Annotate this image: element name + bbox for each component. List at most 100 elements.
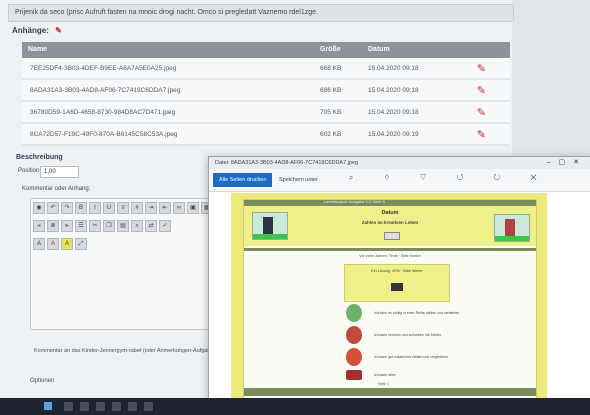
save-as-button[interactable]: Speichern unter [279,173,318,187]
file-date: 15.04.2020 09:19 [368,131,419,138]
attachments-heading: Anhänge: ✎ [12,26,62,35]
copy-icon[interactable]: ❐ [103,220,115,232]
windows-start-icon[interactable] [44,402,52,410]
file-name[interactable]: 7EE25DF4-3B03-4DEF-B9EE-A6A7A5E0A25.jpeg [30,65,176,72]
table-row[interactable]: 8CA72D57-F19C-49F0-870A-B6145C58C53A.jpe… [22,124,510,146]
position-label: Position [18,168,40,174]
header-illustration-left [252,212,288,240]
explorer-icon[interactable] [96,402,105,411]
plant-icon [346,304,362,322]
worksheet-page: Lernsituation: Ausgabe 1.0 Seite 5 Datum… [243,199,537,401]
viewer-toolbar: Alle Seiten drucken Speichern unter ⌕ ♢ … [209,169,590,192]
print-all-button[interactable]: Alle Seiten drucken [213,173,273,187]
file-name[interactable]: 8CA72D57-F19C-49F0-870A-B6145C58C53A.jpe… [30,131,177,138]
list-icon[interactable]: ≡ [117,202,129,214]
table-row[interactable]: 36780D59-1A6D-4658-8730-984D8AC7D471.jpe… [22,102,510,124]
image-viewer-window: Datei: 8ADA31A3-3B03-4AD8-AF06-7C7419C6D… [208,156,590,402]
worksheet-header-box [384,232,400,240]
task-box-text: Ein Lösung: 40% · Bitte Weiter [371,269,423,273]
list-item: Ich kann alles. [340,366,490,386]
window-controls[interactable]: –▢✕ [547,157,587,169]
mail-icon[interactable] [128,402,137,411]
bold-icon[interactable]: B [75,202,87,214]
list-item: Ich kann rechnen und schreiben mit Zahle… [340,326,490,346]
worksheet-task-box: Ein Lösung: 40% · Bitte Weiter [344,264,450,302]
list-item-text: Ich kann rechnen und schreiben mit Zahle… [374,333,443,337]
worksheet-footbar [244,388,536,396]
find-icon[interactable]: ⌕ [131,220,143,232]
column-header-name[interactable]: Name [28,46,47,53]
justify-icon[interactable]: ☰ [75,220,87,232]
pencil-icon[interactable]: ✎ [55,26,62,35]
editor-toolbar: ◉↶↷BIU≡#⇥⇤∞▣▦Ω ⫷≣⫸☰✂❐▤⌕⇄✓ AAA⤢ [32,200,218,254]
highlight-icon[interactable]: A [61,238,73,250]
table-row[interactable]: 8ADA31A3-3B03-4AD8-AF06-7C7419C6DDA7.jpe… [22,80,510,102]
text-color-icon[interactable]: A [47,238,59,250]
italic-icon[interactable]: I [89,202,101,214]
attachments-label: Anhänge: [12,26,49,35]
file-name[interactable]: 36780D59-1A6D-4658-8730-984D8AC7D471.jpe… [30,109,175,116]
column-header-size[interactable]: Größe [320,46,341,53]
worksheet-separator [244,248,536,251]
position-input[interactable]: 1,00 [40,166,79,178]
document-preview: Lernsituation: Ausgabe 1.0 Seite 5 Datum… [231,193,547,401]
align-left-icon[interactable]: ⫷ [33,220,45,232]
undo-icon[interactable]: ↶ [47,202,59,214]
background-wall [512,0,590,156]
file-size: 668 KB [320,65,342,72]
redo-icon[interactable]: ↷ [61,202,73,214]
header-illustration-right [494,214,530,242]
align-right-icon[interactable]: ⫸ [61,220,73,232]
page-number: Seite 1 [378,382,389,386]
file-date: 15.04.2020 09:18 [368,87,419,94]
image-icon[interactable]: ▣ [187,202,199,214]
pencil-icon[interactable]: ✎ [477,106,486,119]
description-label: Beschreibung [16,154,63,161]
maximize-icon[interactable]: ⤢ [75,238,87,250]
list-item: Ich kann es richtig in einer Reihe zähle… [340,304,490,324]
worksheet-topbar-text: Lernsituation: Ausgabe 1.0 Seite 5 [324,199,385,204]
viewer-tool-icons[interactable]: ⌕ ♢ ♡ ↺ ↻ ✕ [349,173,551,183]
pencil-icon[interactable]: ✎ [477,62,486,75]
browser-icon[interactable] [112,402,121,411]
indent-icon[interactable]: ⇥ [145,202,157,214]
arrow-icon [346,370,362,380]
font-size-icon[interactable]: A [33,238,45,250]
list-item-text: Ich kann es richtig in einer Reihe zähle… [374,311,461,315]
align-center-icon[interactable]: ≣ [47,220,59,232]
search-icon[interactable] [64,402,73,411]
pencil-icon[interactable]: ✎ [477,84,486,97]
table-row[interactable]: 7EE25DF4-3B03-4DEF-B9EE-A6A7A5E0A25.jpeg… [22,58,510,80]
info-banner: Prijenik da seco (prisc Aufruft fasten n… [8,4,514,22]
viewer-title: Datei: 8ADA31A3-3B03-4AD8-AF06-7C7419C6D… [215,160,359,166]
spellcheck-icon[interactable]: ✓ [159,220,171,232]
attachments-table: Name Größe Datum 7EE25DF4-3B03-4DEF-B9EE… [22,42,510,146]
app-icon[interactable] [144,402,153,411]
cut-icon[interactable]: ✂ [89,220,101,232]
file-date: 15.04.2020 09:18 [368,65,419,72]
apple-icon [346,326,362,344]
task-view-icon[interactable] [80,402,89,411]
screen: Prijenik da seco (prisc Aufruft fasten n… [0,0,590,415]
paste-icon[interactable]: ▤ [117,220,129,232]
underline-icon[interactable]: U [103,202,115,214]
comment-label: Kommentar oder Anhang: [22,186,91,192]
options-label: Optionen [30,378,55,384]
file-name[interactable]: 8ADA31A3-3B03-4AD8-AF06-7C7419C6DDA7.jpe… [30,87,180,94]
worksheet-small-text: Vor zehn Jahren: Texte · Bitte Weiter [359,254,421,258]
list-item-text: Ich kann alles. [374,373,397,377]
pencil-icon[interactable]: ✎ [477,128,486,141]
link-icon[interactable]: ∞ [173,202,185,214]
taskbar [0,398,590,415]
task-box-button [391,283,403,291]
numbered-list-icon[interactable]: # [131,202,143,214]
file-size: 602 KB [320,131,342,138]
column-header-date[interactable]: Datum [368,46,390,53]
file-size: 686 KB [320,87,342,94]
list-item-text: Ich kann gut zusammen zählen und verglei… [374,355,450,359]
replace-icon[interactable]: ⇄ [145,220,157,232]
outdent-icon[interactable]: ⇤ [159,202,171,214]
source-icon[interactable]: ◉ [33,202,45,214]
worksheet-subtitle: Zahlen im kreativen Leben [361,220,419,225]
file-date: 15.04.2020 09:18 [368,109,419,116]
